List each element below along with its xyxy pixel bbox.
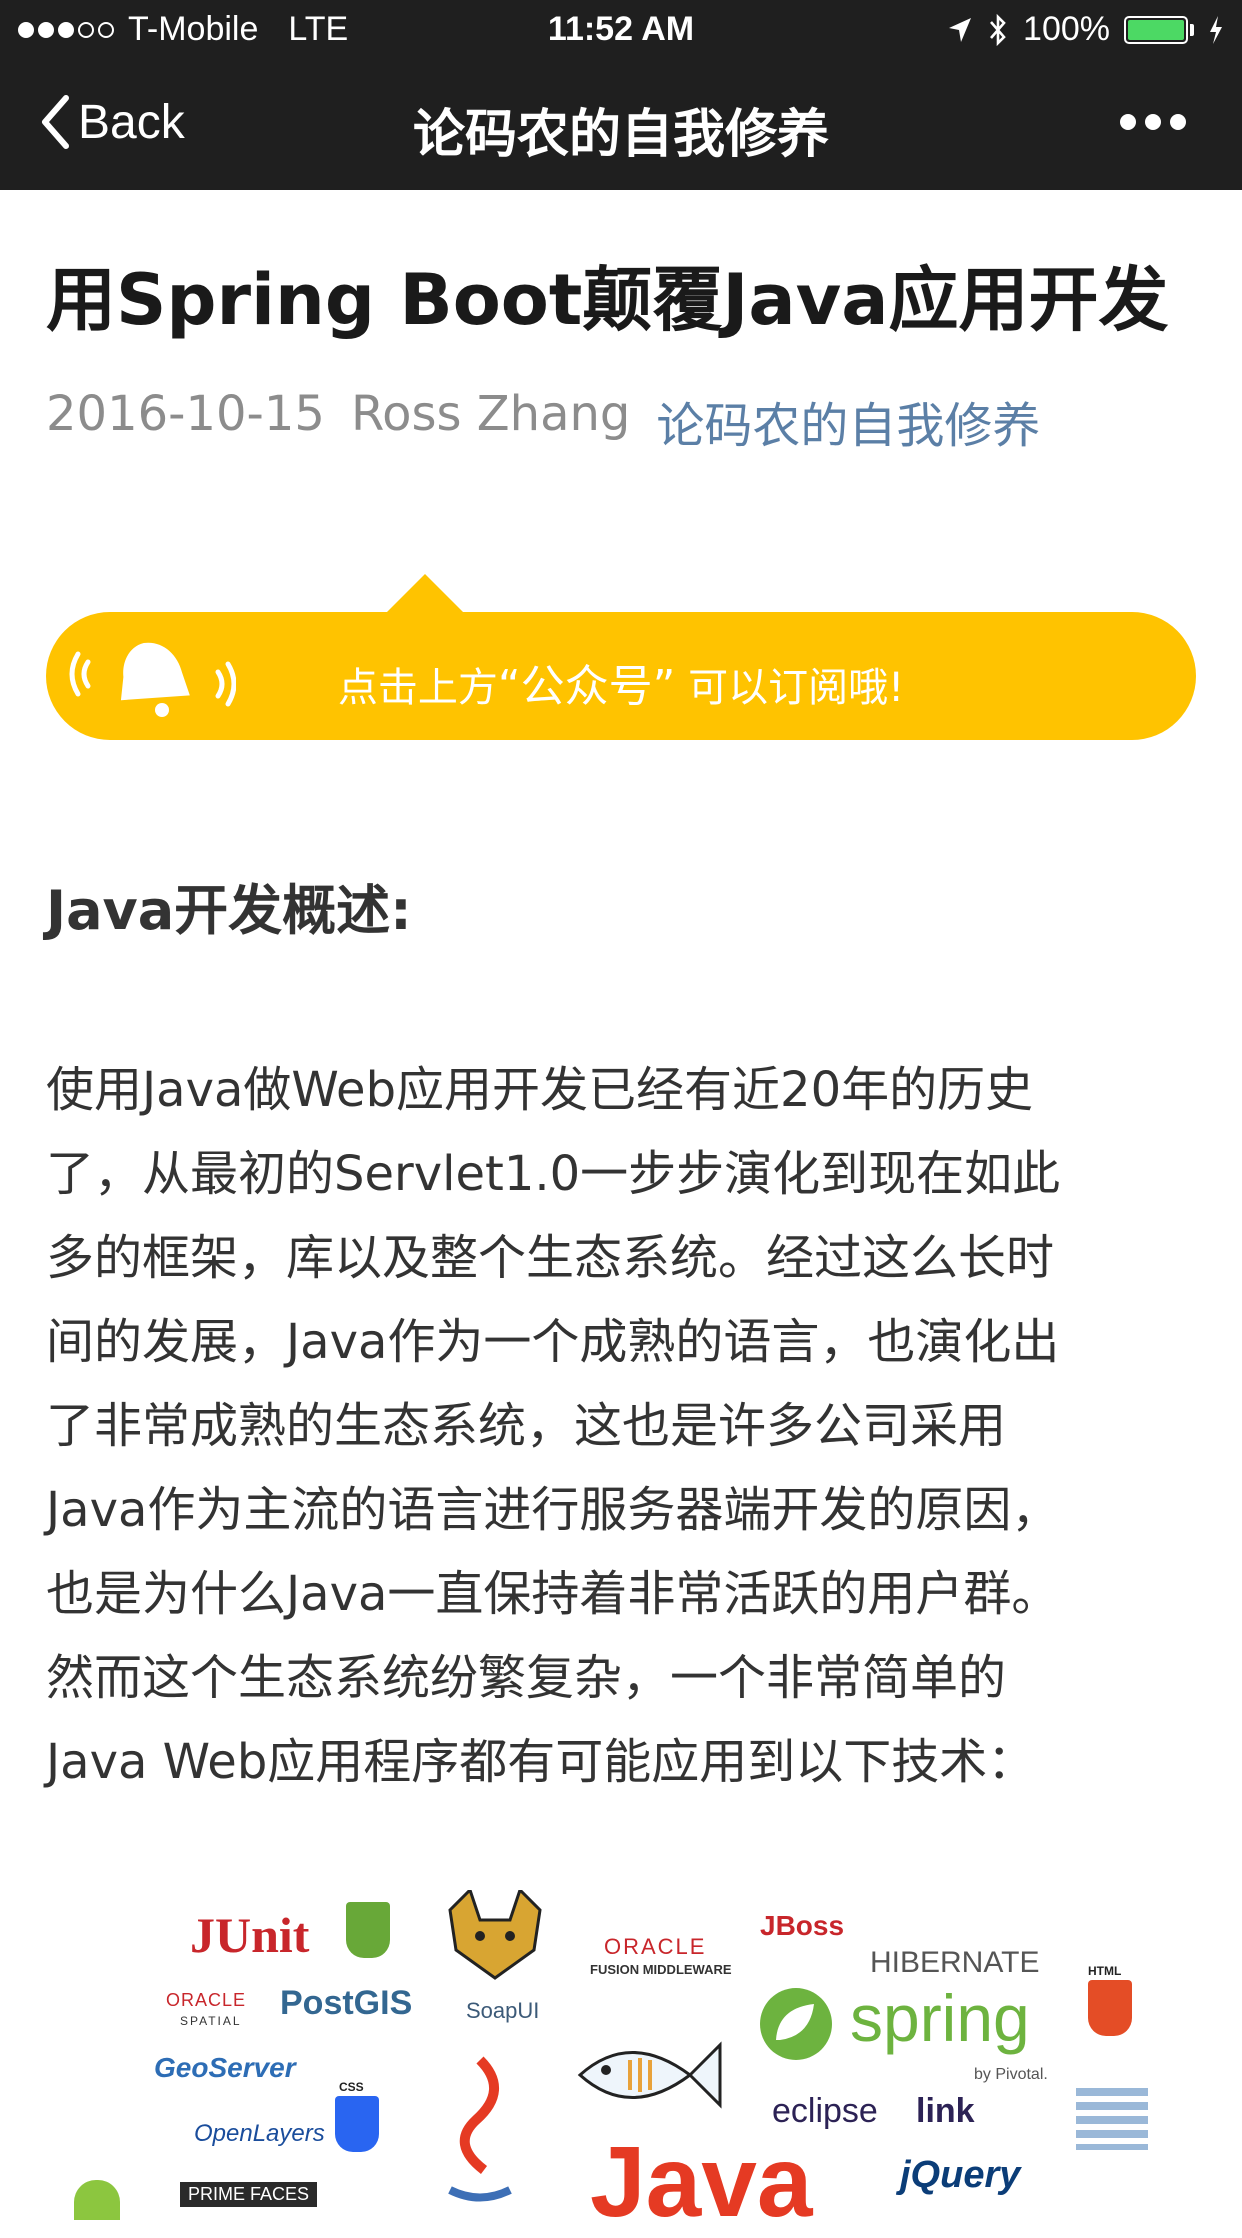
article-title: 用Spring Boot颠覆Java应用开发 bbox=[46, 259, 1169, 341]
more-options-button[interactable] bbox=[1120, 114, 1186, 130]
postgis-logo: PostGIS bbox=[280, 1984, 413, 2022]
subscribe-text[interactable]: 点击上方“公众号” 可以订阅哦! bbox=[46, 650, 1196, 714]
html5-logo-label: HTML bbox=[1088, 1964, 1122, 1978]
oracle-spatial-subtitle: SPATIAL bbox=[180, 2014, 242, 2028]
article-meta: 2016-10-15 Ross Zhang 论码农的自我修养 bbox=[46, 386, 1040, 456]
status-right: 100% bbox=[947, 10, 1224, 49]
subscribe-text-quoted: “公众号” bbox=[497, 661, 676, 712]
paragraph-line: 多的框架，库以及整个生态系统。经过这么长时 bbox=[46, 1230, 1055, 1286]
android-logo bbox=[74, 2180, 120, 2220]
tomcat-logo bbox=[448, 1890, 542, 1980]
subscribe-text-after: 可以订阅哦! bbox=[675, 665, 905, 711]
html5-logo: HTML bbox=[1088, 1964, 1132, 2036]
paragraph-line: 间的发展，Java作为一个成熟的语言，也演化出 bbox=[46, 1314, 1060, 1370]
more-dot-icon bbox=[1145, 114, 1161, 130]
subscribe-banner: 点击上方“公众号” 可以订阅哦! bbox=[46, 612, 1196, 740]
navigation-bar: Back 论码农的自我修养 bbox=[0, 62, 1242, 190]
subscribe-text-before: 点击上方 bbox=[337, 665, 498, 711]
charging-bolt-icon bbox=[1210, 15, 1222, 44]
junit-logo: JUnit bbox=[190, 1907, 310, 1963]
banner-pointer bbox=[385, 574, 465, 614]
paragraph-line: 也是为什么Java一直保持着非常活跃的用户群。 bbox=[46, 1566, 1060, 1622]
openlayers-logo: OpenLayers bbox=[194, 2120, 325, 2147]
section-heading: Java开发概述: bbox=[46, 879, 412, 942]
geoserver-logo: GeoServer bbox=[154, 2052, 296, 2083]
paragraph-line: 了，从最初的Servlet1.0一步步演化到现在如此 bbox=[46, 1146, 1061, 1202]
java-logo: Java bbox=[590, 2126, 813, 2238]
generic-tech-logo bbox=[1076, 2088, 1148, 2150]
oracle-fusion-subtitle: FUSION MIDDLEWARE bbox=[590, 1962, 732, 1977]
eclipselink-link-label: link bbox=[916, 2092, 975, 2130]
spring-leaf-icon bbox=[760, 1988, 832, 2060]
status-bar: T-Mobile LTE 11:52 AM 100% bbox=[0, 0, 1242, 62]
nav-title: 论码农的自我修养 bbox=[412, 105, 829, 165]
java-technologies-image: JUnit ORACLE FUSION MIDDLEWARE JBoss HIB… bbox=[74, 1880, 1170, 2232]
paragraph-line: 了非常成熟的生态系统，这也是许多公司采用 bbox=[46, 1398, 1007, 1454]
jboss-logo: JBoss bbox=[760, 1910, 845, 1941]
oracle-spatial-logo: ORACLE bbox=[166, 1990, 247, 2010]
more-dot-icon bbox=[1120, 114, 1136, 130]
article-date: 2016-10-15 bbox=[46, 386, 325, 442]
css3-logo-label: CSS bbox=[339, 2080, 364, 2094]
oracle-fusion-logo: ORACLE bbox=[604, 1934, 707, 1959]
pivotal-label: by Pivotal. bbox=[974, 2066, 1048, 2083]
battery-icon bbox=[1124, 15, 1194, 44]
paragraph-line: Java Web应用程序都有可能应用到以下技术： bbox=[46, 1734, 1036, 1790]
more-dot-icon bbox=[1170, 114, 1186, 130]
article-author: Ross Zhang bbox=[350, 386, 631, 442]
paragraph-line: 使用Java做Web应用开发已经有近20年的历史 bbox=[46, 1062, 1034, 1118]
css3-logo: CSS bbox=[335, 2080, 379, 2152]
java-steam-icon bbox=[448, 2056, 512, 2202]
battery-percent: 100% bbox=[1023, 10, 1110, 48]
paragraph-line: 然而这个生态系统纷繁复杂，一个非常简单的 bbox=[46, 1650, 1007, 1706]
glassfish-logo bbox=[577, 2041, 722, 2109]
primefaces-logo: PRIME FACES bbox=[180, 2182, 318, 2207]
spring-logo: spring bbox=[850, 1981, 1030, 2055]
article-paragraph: 使用Java做Web应用开发已经有近20年的历史 了，从最初的Servlet1.… bbox=[46, 1048, 1206, 1804]
official-account-link[interactable]: 论码农的自我修养 bbox=[656, 386, 1040, 456]
hibernate-logo: HIBERNATE bbox=[870, 1946, 1040, 1979]
bluetooth-icon bbox=[990, 13, 1006, 46]
soapui-logo: SoapUI bbox=[466, 1998, 540, 2023]
paragraph-line: Java作为主流的语言进行服务器端开发的原因， bbox=[46, 1482, 1060, 1538]
js-shield-logo bbox=[346, 1902, 390, 1958]
jquery-logo: jQuery bbox=[900, 2154, 1021, 2196]
location-arrow-icon bbox=[949, 17, 972, 42]
